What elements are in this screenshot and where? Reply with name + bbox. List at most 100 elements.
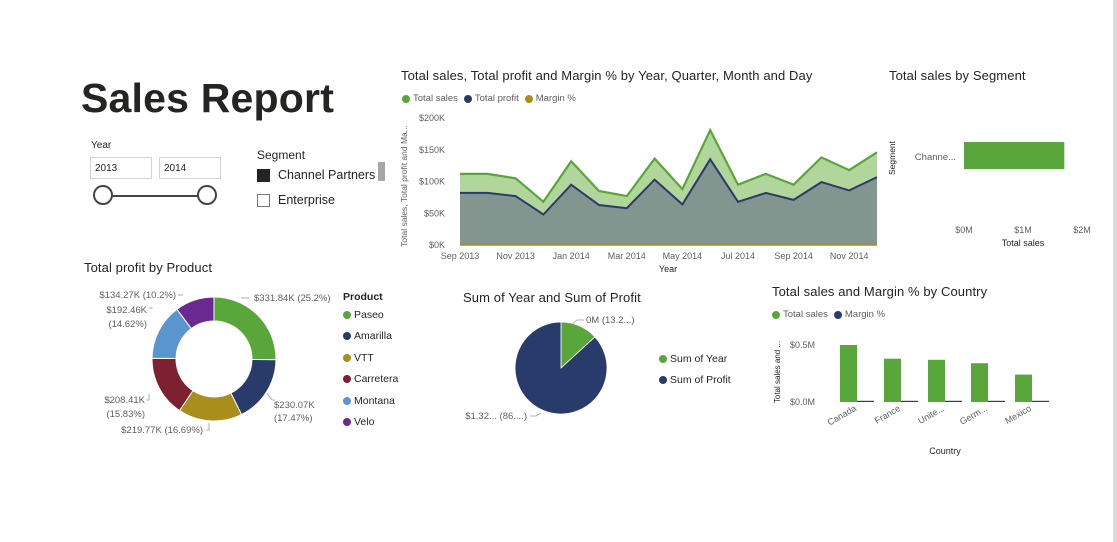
year-slider-track[interactable] — [110, 195, 200, 197]
legend-dot-icon — [343, 353, 351, 362]
label-paseo: $331.84K (25.2%) — [254, 293, 331, 304]
area-chart-y-ticks: $200K $150K $100K $50K $0K — [419, 113, 445, 250]
segment-item-label: Channel Partners — [278, 168, 376, 182]
legend-item-velo[interactable]: Velo — [343, 412, 398, 434]
country-bar-germ[interactable] — [971, 363, 988, 402]
area-y-tick: $100K — [419, 177, 445, 187]
legend-item-carretera[interactable]: Carretera — [343, 369, 398, 391]
legend-item-paseo[interactable]: Paseo — [343, 304, 398, 326]
area-x-tick: May 2014 — [663, 251, 703, 261]
segment-chart-x-axis-title: Total sales — [1002, 238, 1045, 248]
segment-item-label: Enterprise — [278, 193, 335, 207]
legend-item-sum-of-profit[interactable]: Sum of Profit — [659, 369, 731, 390]
segment-bar-chart[interactable]: Segment Channe... $0M $1M $2M Total sales — [885, 120, 1100, 252]
checkbox-checked[interactable] — [257, 168, 270, 182]
area-x-tick: Nov 2014 — [830, 251, 869, 261]
legend-label: Total sales — [783, 309, 828, 320]
area-chart[interactable]: Total sales, Total profit and Ma... $200… — [395, 108, 885, 278]
green-dot-icon — [659, 354, 667, 363]
legend-item-total-sales[interactable]: Total sales — [402, 93, 458, 104]
country-x-tick: Germ... — [958, 403, 989, 427]
area-x-tick: Sep 2014 — [774, 251, 813, 261]
country-margin-bar-mexico[interactable] — [1032, 400, 1049, 402]
legend-item-montana[interactable]: Montana — [343, 390, 398, 412]
legend-item-margin[interactable]: Margin % — [833, 309, 886, 320]
legend-dot-icon — [343, 396, 351, 405]
pie-label-sum-of-profit: $1.32... (86....) — [465, 411, 527, 422]
area-y-tick: $200K — [419, 113, 445, 123]
country-x-tick: Mexico — [1003, 403, 1033, 426]
legend-item-sum-of-year[interactable]: Sum of Year — [659, 348, 731, 369]
year-to-input[interactable]: 2014 — [159, 157, 221, 179]
segment-item-channel-partners[interactable]: Channel Partners — [257, 168, 375, 182]
country-bar-unite[interactable] — [928, 359, 945, 402]
segment-x-tick: $2M — [1073, 225, 1091, 235]
legend-label: Carretera — [354, 373, 399, 386]
leader-line-carretera — [146, 394, 150, 401]
country-y-tick: $0.5M — [790, 340, 815, 350]
country-bar-chart[interactable]: Total sales and ... $0.5M $0.0M Canada Fr… — [766, 326, 1066, 458]
pie-chart-title: Sum of Year and Sum of Profit — [463, 290, 641, 305]
legend-label: Sum of Profit — [670, 373, 731, 386]
segment-item-enterprise[interactable]: Enterprise — [257, 193, 335, 207]
segment-bar[interactable] — [964, 142, 1065, 169]
line-chart-title: Total sales, Total profit and Margin % b… — [401, 68, 813, 83]
country-x-tick: Canada — [826, 403, 858, 427]
country-x-tick: France — [873, 403, 902, 426]
line-chart-legend: Total sales Total profit Margin % — [402, 93, 582, 104]
country-margin-bar-france[interactable] — [901, 400, 918, 402]
area-x-tick: Sep 2013 — [441, 251, 480, 261]
product-donut-chart[interactable]: $331.84K (25.2%) $230.07K (17.47%) $219.… — [95, 282, 345, 442]
legend-label: Margin % — [844, 309, 886, 320]
segment-chart-y-axis-title: Segment — [887, 140, 897, 175]
area-x-tick: Jul 2014 — [721, 251, 755, 261]
area-y-tick: $0K — [429, 240, 445, 250]
area-y-tick: $150K — [419, 145, 445, 155]
legend-label: VTT — [354, 351, 374, 364]
label-carretera-pct: (15.83%) — [106, 409, 145, 420]
label-vtt: $219.77K (16.69%) — [121, 425, 203, 436]
navy-dot-icon — [463, 94, 472, 103]
legend-label: Paseo — [354, 308, 384, 321]
area-chart-marks — [460, 127, 878, 246]
legend-item-vtt[interactable]: VTT — [343, 347, 398, 369]
segment-slicer-label: Segment — [257, 148, 306, 162]
year-profit-pie-chart[interactable]: 0M (13.2...) $1.32... (86....) — [460, 310, 660, 430]
pie-slices — [514, 321, 608, 415]
country-margin-bar-canada[interactable] — [857, 400, 874, 402]
donut-slice-paseo[interactable] — [213, 296, 277, 361]
product-legend-title: Product — [343, 291, 383, 303]
country-margin-bar-unite[interactable] — [945, 400, 962, 402]
country-x-ticks: Canada France Unite... Germ... Mexico — [826, 403, 1033, 427]
country-bar-france[interactable] — [884, 358, 901, 402]
donut-slices — [151, 296, 277, 422]
leader-line-vtt — [206, 423, 210, 431]
year-slider-end-handle[interactable] — [197, 185, 217, 205]
legend-item-total-profit[interactable]: Total profit — [463, 93, 519, 104]
legend-dot-icon — [343, 375, 351, 384]
year-from-input[interactable]: 2013 — [90, 157, 152, 179]
legend-item-total-sales[interactable]: Total sales — [772, 309, 828, 320]
segment-chart-x-ticks: $0M $1M $2M — [955, 225, 1091, 235]
year-slider-start-handle[interactable] — [93, 185, 113, 205]
country-chart-legend: Total sales Margin % — [772, 309, 891, 320]
legend-item-amarilla[interactable]: Amarilla — [343, 326, 398, 348]
year-slicer-label: Year — [91, 140, 112, 151]
country-bars — [840, 345, 1049, 402]
segment-scrollbar[interactable] — [378, 162, 385, 181]
report-title: Sales Report — [81, 75, 335, 121]
checkbox-unchecked[interactable] — [257, 193, 270, 207]
label-velo: $134.27K (10.2%) — [99, 290, 176, 301]
area-y-tick: $50K — [424, 208, 445, 218]
legend-item-margin[interactable]: Margin % — [524, 93, 576, 104]
country-bar-mexico[interactable] — [1015, 374, 1032, 402]
country-margin-bar-germ[interactable] — [988, 400, 1005, 402]
area-x-tick: Mar 2014 — [608, 251, 646, 261]
label-carretera-value: $208.41K — [104, 395, 145, 406]
segment-x-tick: $0M — [955, 225, 973, 235]
legend-label: Montana — [354, 394, 395, 407]
country-bar-canada[interactable] — [840, 345, 857, 402]
gold-dot-icon — [524, 94, 533, 103]
leader-line-montana — [149, 307, 153, 309]
legend-label: Total profit — [474, 93, 519, 104]
